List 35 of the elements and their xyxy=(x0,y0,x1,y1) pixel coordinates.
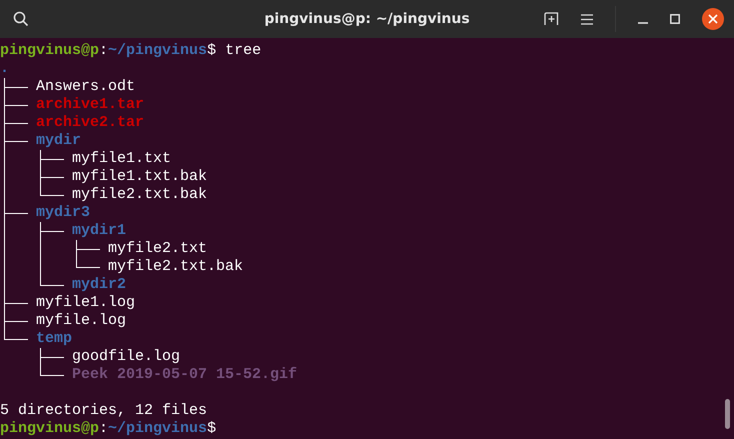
tree-entry: Peek 2019-05-07 15-52.gif xyxy=(72,366,298,384)
prompt-symbol: $ xyxy=(207,42,216,60)
tree-entry: myfile.log xyxy=(36,312,126,330)
tree-entry: archive2.tar xyxy=(36,114,144,132)
summary-text: 5 directories, 12 files xyxy=(0,402,208,420)
tree-entry: myfile2.txt.bak xyxy=(72,186,208,204)
tree-entry: mydir2 xyxy=(72,276,126,294)
menu-icon[interactable] xyxy=(581,14,593,24)
prompt-path: ~/pingvinus xyxy=(108,42,208,60)
tree-entry: mydir xyxy=(36,132,82,150)
prompt-user-host: pingvinus@p xyxy=(0,420,100,438)
tree-entry: myfile1.txt xyxy=(72,150,172,168)
search-icon[interactable] xyxy=(13,11,29,27)
tree-entry: myfile1.log xyxy=(36,294,136,312)
tree-entry: temp xyxy=(36,330,72,348)
prompt-user-host: pingvinus@p xyxy=(0,42,100,60)
tree-entry: mydir1 xyxy=(72,222,126,240)
maximize-icon[interactable] xyxy=(670,14,680,24)
command-text: tree xyxy=(225,42,262,60)
tree-entry: myfile1.txt.bak xyxy=(72,168,208,186)
tree-entry: mydir3 xyxy=(36,204,90,222)
tree-entry: Answers.odt xyxy=(36,78,136,96)
prompt-symbol: $ xyxy=(207,420,216,438)
tree-entry: goodfile.log xyxy=(72,348,180,366)
tree-entry: myfile2.txt xyxy=(108,240,208,258)
tree-root: . xyxy=(0,60,10,78)
close-button[interactable] xyxy=(702,8,724,30)
new-tab-icon[interactable] xyxy=(543,12,559,26)
prompt-path: ~/pingvinus xyxy=(108,420,208,438)
tree-entry: archive1.tar xyxy=(36,96,144,114)
prompt-separator: : xyxy=(99,420,108,438)
window-title: pingvinus@p: ~/pingvinus xyxy=(264,11,470,27)
tree-entry: myfile2.txt.bak xyxy=(108,258,244,276)
prompt-separator: : xyxy=(99,42,108,60)
scrollbar[interactable] xyxy=(725,399,730,429)
